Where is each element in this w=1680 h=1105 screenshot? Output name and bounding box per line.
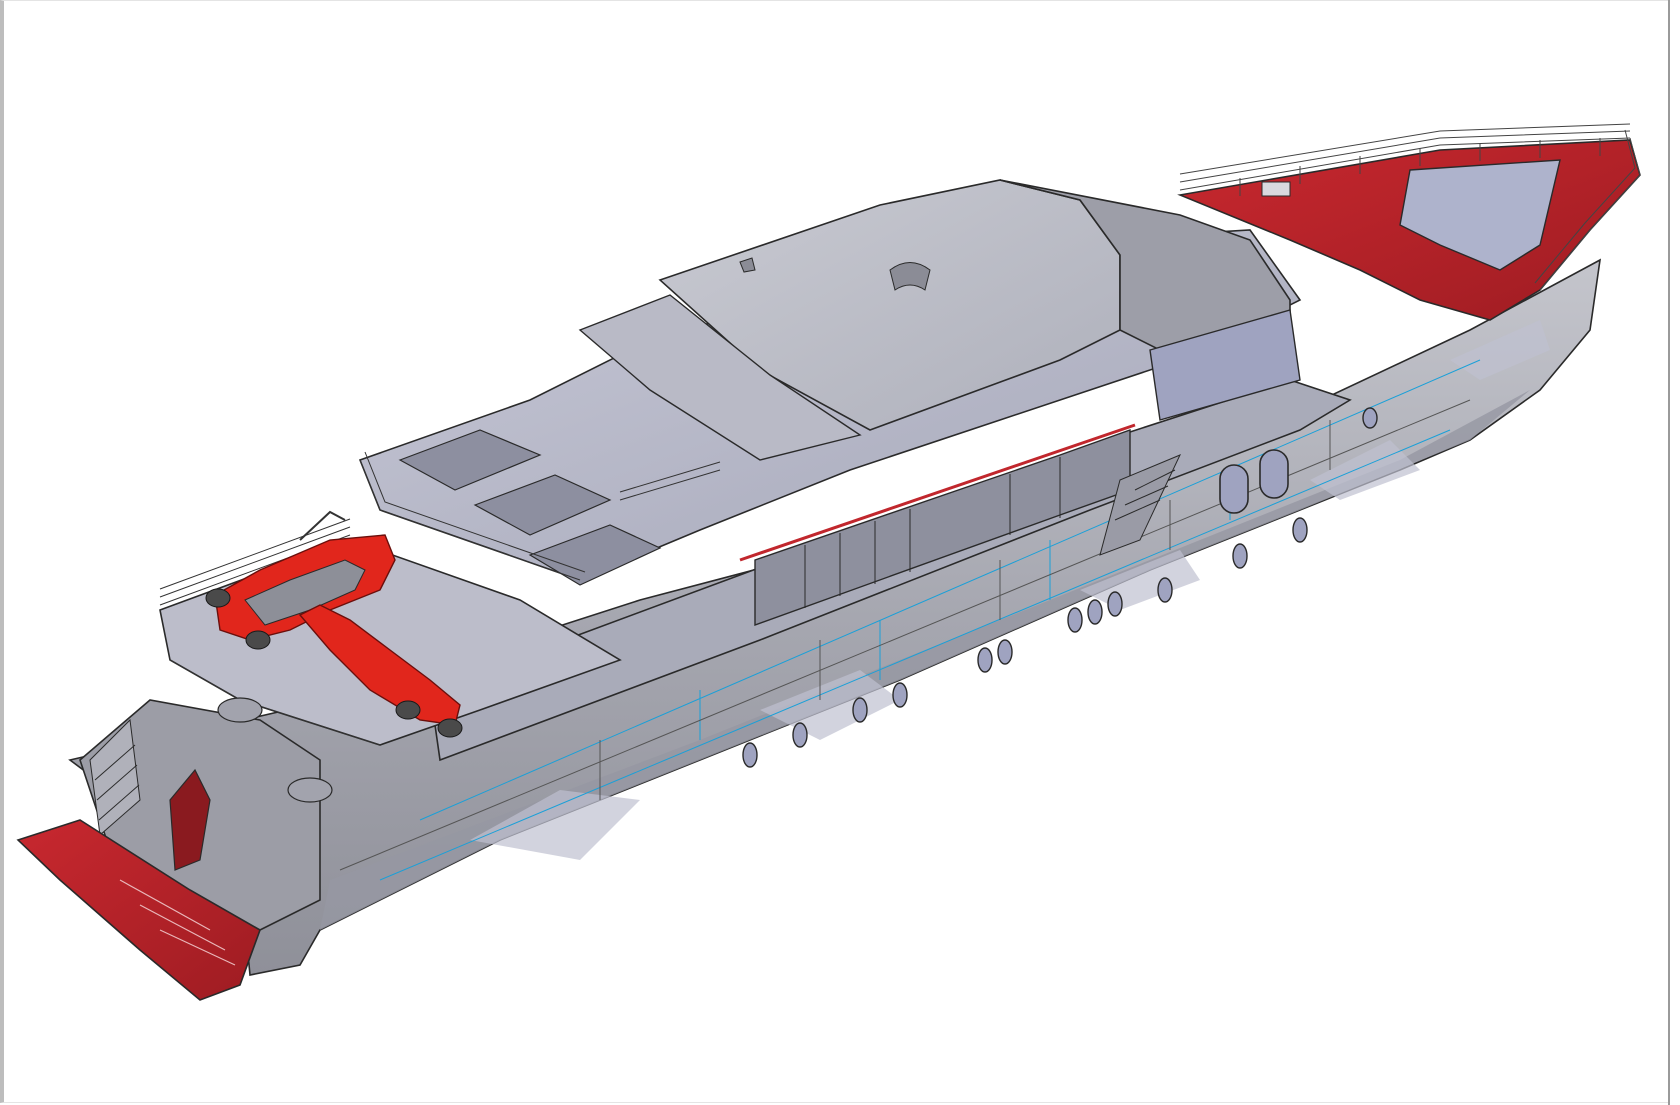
tender-crane bbox=[299, 510, 346, 541]
viewport bbox=[0, 0, 1680, 1105]
winch bbox=[217, 697, 263, 723]
yacht-model-drawing bbox=[16, 123, 1641, 1001]
winch bbox=[287, 777, 333, 803]
viewport-right-frame bbox=[1668, 0, 1680, 1105]
bow-hatch bbox=[1261, 181, 1291, 197]
